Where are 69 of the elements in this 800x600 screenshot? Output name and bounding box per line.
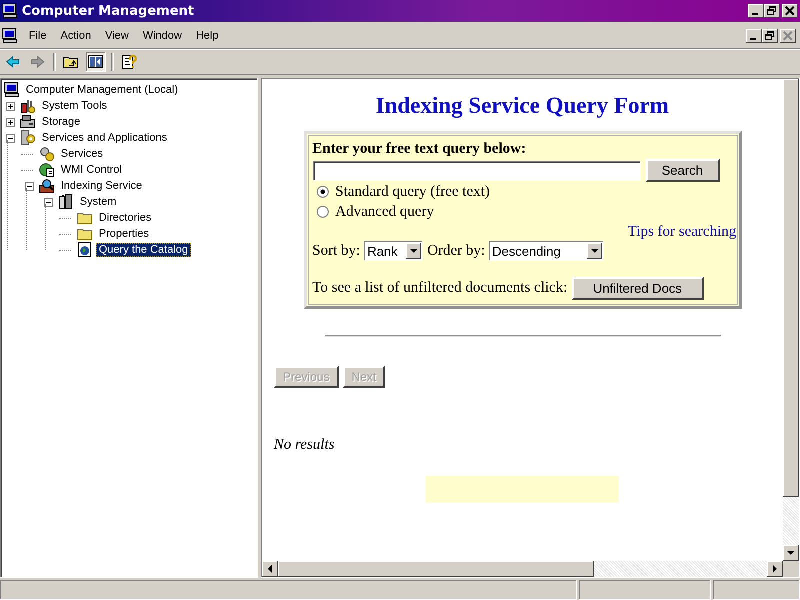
tree-item[interactable]: Services <box>58 147 106 161</box>
search-button[interactable]: Search <box>646 159 720 182</box>
minimize-button[interactable] <box>748 4 764 18</box>
computer-icon[interactable] <box>2 28 18 44</box>
restore-button[interactable] <box>764 4 780 18</box>
computer-icon <box>2 3 18 19</box>
close-button[interactable] <box>780 29 796 43</box>
tips-link[interactable]: Tips for searching <box>628 224 736 241</box>
page-heading: Indexing Service Query Form <box>376 93 670 119</box>
expander-icon[interactable] <box>6 118 14 126</box>
console-icon <box>39 162 55 178</box>
magnifier-icon <box>39 178 55 194</box>
caret-icon <box>590 247 599 255</box>
minimize-button[interactable] <box>746 29 762 43</box>
scroll-left-button[interactable] <box>262 561 278 577</box>
expander-icon[interactable] <box>44 198 52 206</box>
unfiltered-docs-button[interactable]: Unfiltered Docs <box>572 277 704 300</box>
tree-item[interactable]: Computer Management (Local) <box>23 83 182 97</box>
form-label: Enter your free text query below: <box>312 141 528 158</box>
tools-icon <box>20 98 36 114</box>
restore-icon <box>767 6 777 16</box>
radio-button[interactable] <box>316 206 328 218</box>
close-icon <box>783 31 793 41</box>
window-title: Computer Management <box>22 4 196 18</box>
tree-item[interactable]: Query the Catalog <box>96 243 192 257</box>
radio-button[interactable] <box>316 186 328 198</box>
menu-item[interactable]: File <box>22 30 54 42</box>
result-message: No results <box>274 437 335 454</box>
menu-item[interactable]: View <box>98 30 136 42</box>
restore-icon <box>765 31 775 41</box>
unfiltered-text: To see a list of unfiltered documents click: <box>312 280 568 297</box>
minimize-icon <box>752 13 758 15</box>
query-field[interactable] <box>312 160 640 180</box>
tree-item[interactable]: Services and Applications <box>39 131 170 145</box>
menu-item[interactable]: Help <box>189 30 226 42</box>
scroll-thumb[interactable] <box>278 561 594 577</box>
tree-item[interactable]: WMI Control <box>58 163 126 177</box>
sort-label: Sort by: <box>312 242 360 260</box>
tree-toggle-icon[interactable] <box>86 52 106 72</box>
expander-icon[interactable] <box>6 102 14 110</box>
globe-page-icon <box>77 242 93 258</box>
radio-label: Standard query (free text) <box>336 184 490 200</box>
order-label: Order by: <box>427 242 486 260</box>
scroll-down-button[interactable] <box>783 545 799 561</box>
tree-item[interactable]: System Tools <box>39 99 110 113</box>
restore-button[interactable] <box>762 29 778 43</box>
cabinet-icon <box>58 194 74 210</box>
scroll-right-button[interactable] <box>767 561 783 577</box>
tree-item[interactable]: Storage <box>39 115 84 129</box>
menu-item[interactable]: Action <box>54 30 98 42</box>
expander-icon[interactable] <box>24 182 34 190</box>
caret-icon <box>266 565 274 573</box>
gears-icon <box>39 146 55 162</box>
minimize-icon <box>750 38 756 40</box>
close-button[interactable] <box>782 4 798 18</box>
computer-icon <box>4 82 20 98</box>
order-dropdown[interactable]: Descending <box>489 241 604 261</box>
tree-item[interactable]: System <box>77 195 120 209</box>
sort-dropdown[interactable]: Rank <box>364 241 424 261</box>
menu-item[interactable]: Window <box>136 30 190 42</box>
tree-item[interactable]: Indexing Service <box>58 179 146 193</box>
tree-item[interactable]: Directories <box>96 211 155 225</box>
close-icon <box>785 6 795 16</box>
expander-icon[interactable] <box>6 134 14 142</box>
caret-icon <box>410 247 418 255</box>
radio-label: Advanced query <box>336 204 434 220</box>
server-gear-icon <box>20 130 36 146</box>
drive-icon <box>20 114 36 130</box>
tree-item[interactable]: Properties <box>96 227 152 241</box>
